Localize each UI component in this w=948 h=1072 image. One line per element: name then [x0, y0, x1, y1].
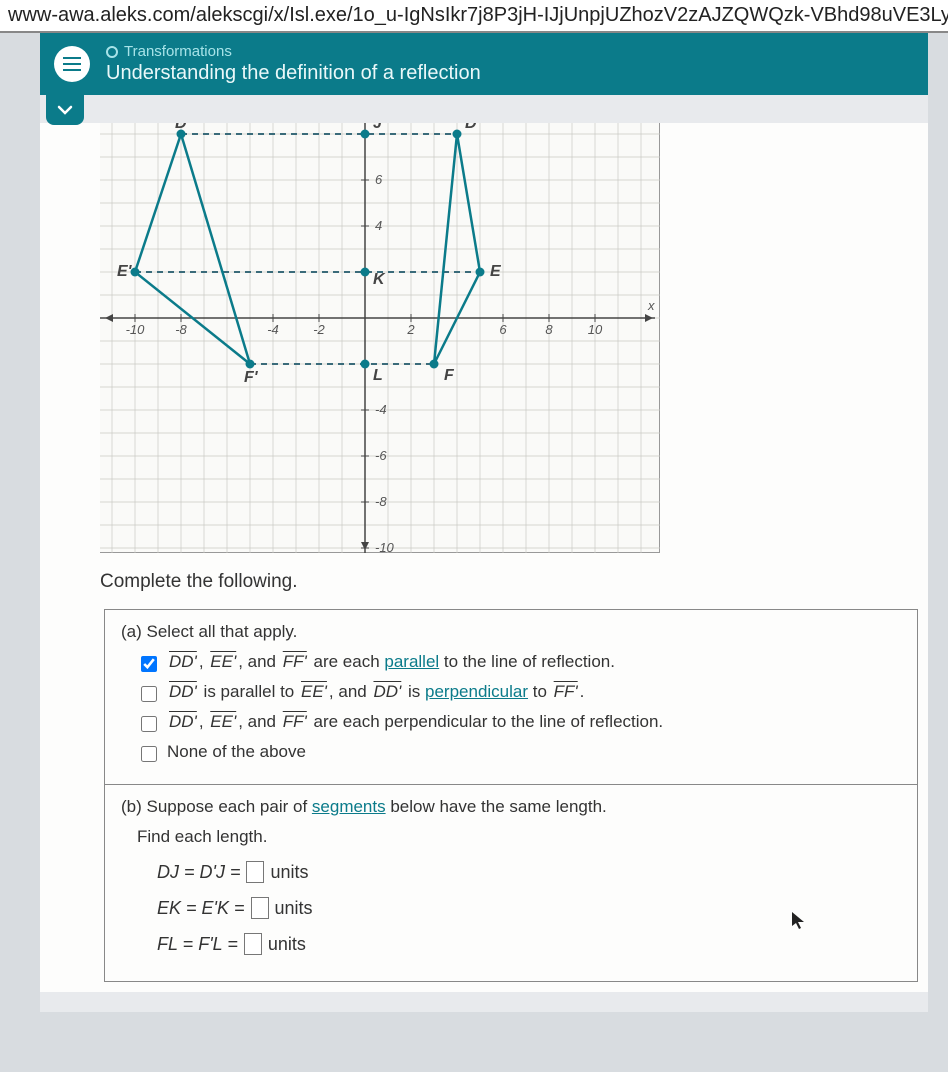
- svg-text:6: 6: [375, 172, 383, 187]
- collapse-button[interactable]: [46, 95, 84, 125]
- svg-text:F': F': [244, 369, 259, 386]
- coordinate-graph[interactable]: -10 -8 -4 -2 2 6 8 10 6 4 -4 -6 -8 -10 x D' D E' E F' F J K L: [100, 123, 660, 553]
- page-title: Understanding the definition of a reflec…: [106, 62, 481, 85]
- circle-icon: [106, 46, 118, 58]
- svg-text:F: F: [444, 367, 455, 384]
- prompt-text: Complete the following.: [100, 571, 918, 593]
- svg-text:-4: -4: [375, 402, 387, 417]
- svg-text:-4: -4: [267, 322, 279, 337]
- part-b: (b) Suppose each pair of segments below …: [105, 785, 917, 981]
- eq-row-fl: FL = F'L = units: [157, 933, 901, 955]
- page-container: Transformations Understanding the defini…: [40, 33, 928, 1012]
- checkbox-2[interactable]: [141, 686, 157, 702]
- option-1[interactable]: DD', EE', and FF' are each parallel to t…: [141, 652, 901, 672]
- svg-text:-10: -10: [126, 322, 146, 337]
- option-4[interactable]: None of the above: [141, 742, 901, 762]
- svg-text:x: x: [647, 298, 655, 313]
- link-perpendicular[interactable]: perpendicular: [425, 682, 528, 701]
- svg-text:E: E: [490, 263, 502, 280]
- eq-row-dj: DJ = D'J = units: [157, 861, 901, 883]
- svg-text:E': E': [117, 263, 133, 280]
- part-b-subprompt: Find each length.: [137, 827, 901, 847]
- part-b-label: (b) Suppose each pair of segments below …: [121, 797, 901, 817]
- breadcrumb-text: Transformations: [124, 43, 232, 60]
- svg-text:D: D: [465, 123, 477, 132]
- breadcrumb: Transformations: [106, 43, 481, 60]
- svg-text:-10: -10: [375, 540, 395, 553]
- svg-text:6: 6: [499, 322, 507, 337]
- input-ek[interactable]: [251, 897, 269, 919]
- input-dj[interactable]: [246, 861, 264, 883]
- input-fl[interactable]: [244, 933, 262, 955]
- link-parallel[interactable]: parallel: [384, 652, 439, 671]
- svg-text:-6: -6: [375, 448, 387, 463]
- part-a: (a) Select all that apply. DD', EE', and…: [105, 610, 917, 785]
- svg-text:2: 2: [406, 322, 415, 337]
- menu-button[interactable]: [54, 46, 90, 82]
- svg-text:4: 4: [375, 218, 382, 233]
- svg-text:-2: -2: [313, 322, 325, 337]
- svg-text:L: L: [373, 367, 383, 384]
- header: Transformations Understanding the defini…: [40, 33, 928, 95]
- svg-text:D': D': [175, 123, 192, 132]
- option-2[interactable]: DD' is parallel to EE', and DD' is perpe…: [141, 682, 901, 702]
- checkbox-4[interactable]: [141, 746, 157, 762]
- link-segments[interactable]: segments: [312, 797, 386, 816]
- answer-box: (a) Select all that apply. DD', EE', and…: [104, 609, 918, 982]
- svg-text:10: 10: [588, 322, 603, 337]
- part-a-label: (a) Select all that apply.: [121, 622, 901, 642]
- url-bar[interactable]: www-awa.aleks.com/alekscgi/x/Isl.exe/1o_…: [0, 0, 948, 33]
- checkbox-3[interactable]: [141, 716, 157, 732]
- checkbox-1[interactable]: [141, 656, 157, 672]
- svg-text:J: J: [373, 123, 383, 132]
- eq-row-ek: EK = E'K = units: [157, 897, 901, 919]
- svg-text:-8: -8: [175, 322, 187, 337]
- svg-text:K: K: [373, 271, 386, 288]
- svg-text:-8: -8: [375, 494, 387, 509]
- svg-text:8: 8: [545, 322, 553, 337]
- cursor-icon: [791, 911, 807, 931]
- content-area: -10 -8 -4 -2 2 6 8 10 6 4 -4 -6 -8 -10 x D' D E' E F' F J K L C…: [40, 123, 928, 992]
- option-3[interactable]: DD', EE', and FF' are each perpendicular…: [141, 712, 901, 732]
